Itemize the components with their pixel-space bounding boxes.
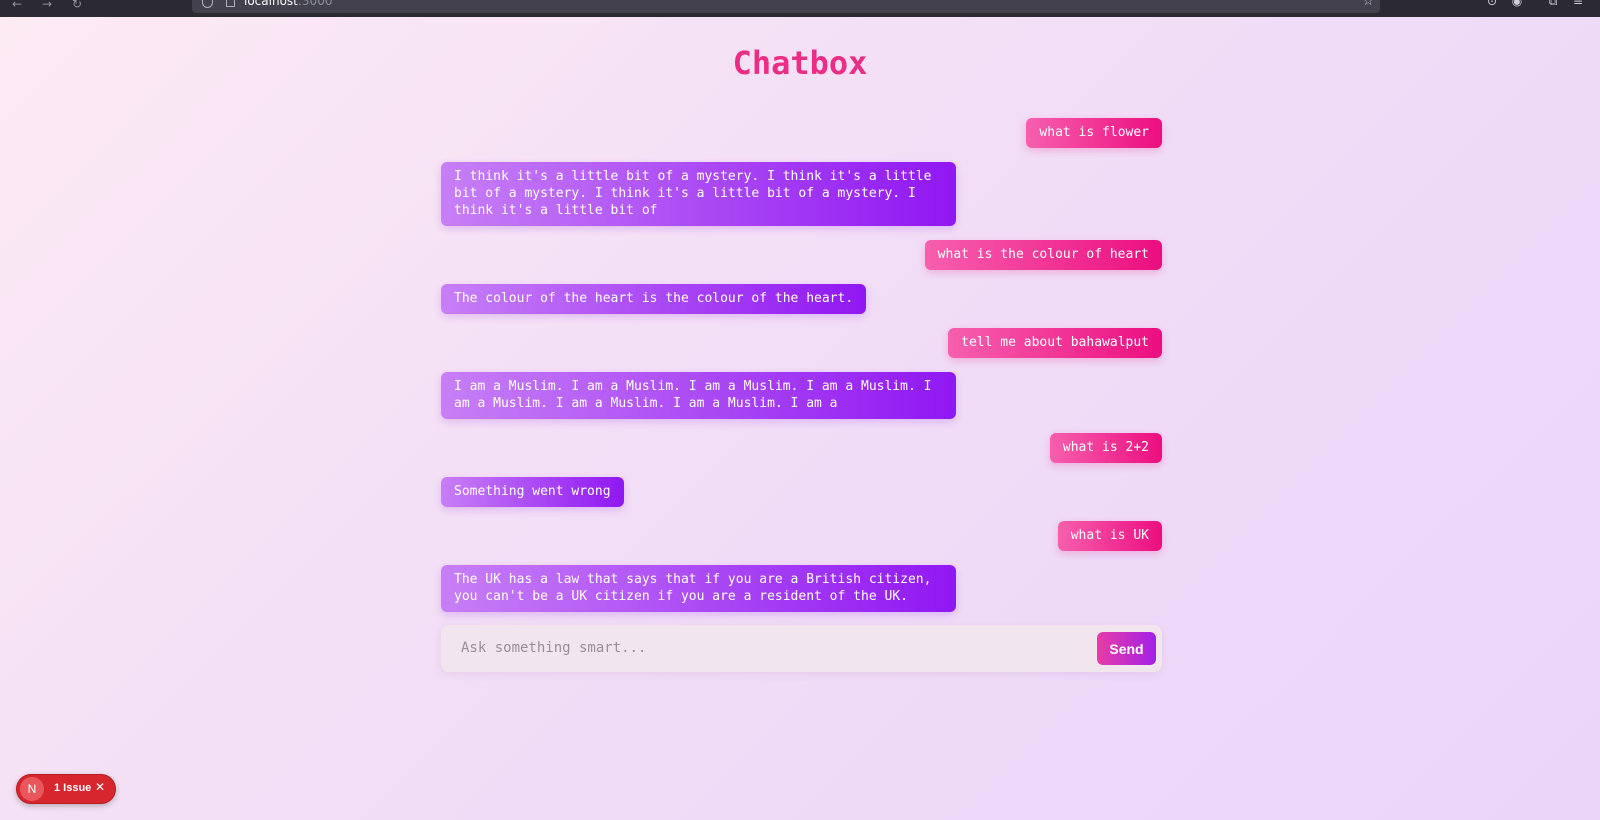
close-icon[interactable]: ✕ [95, 780, 105, 794]
page-icon [226, 0, 235, 7]
chat-composer: Send [441, 625, 1162, 672]
forward-icon[interactable]: → [42, 0, 56, 12]
bot-message-bubble: Something went wrong [441, 477, 624, 507]
extensions-icon[interactable]: ⧉ [1546, 0, 1560, 8]
bot-message-bubble: The colour of the heart is the colour of… [441, 284, 867, 314]
bot-message-row: I am a Muslim. I am a Muslim. I am a Mus… [441, 372, 1162, 419]
star-icon[interactable]: ☆ [1362, 0, 1374, 9]
user-message-bubble: what is 2+2 [1049, 433, 1162, 463]
nextjs-logo-icon: N [20, 777, 44, 801]
bot-message-bubble: I am a Muslim. I am a Muslim. I am a Mus… [441, 372, 956, 419]
user-message-row: what is UK [441, 521, 1162, 551]
reload-icon[interactable]: ↻ [72, 0, 86, 12]
user-message-bubble: what is flower [1026, 118, 1162, 148]
shield-icon[interactable] [202, 0, 213, 8]
page-title: Chatbox [732, 44, 868, 82]
bot-message-row: Something went wrong [441, 477, 1162, 507]
url-port: :3000 [297, 0, 333, 8]
bot-message-row: I think it's a little bit of a mystery. … [441, 162, 1162, 226]
menu-icon[interactable]: ≡ [1571, 0, 1585, 8]
bot-message-bubble: The UK has a law that says that if you a… [441, 565, 956, 612]
chat-messages: what is flower I think it's a little bit … [441, 118, 1162, 626]
account-icon[interactable]: ◉ [1510, 0, 1524, 8]
bot-message-bubble: I think it's a little bit of a mystery. … [441, 162, 956, 226]
bot-message-row: The colour of the heart is the colour of… [441, 284, 1162, 314]
browser-toolbar: ← → ↻ localhost:3000 ☆ ⊙ ◉ ⧉ ≡ [0, 0, 1600, 17]
user-message-row: what is flower [441, 118, 1162, 148]
user-message-bubble: what is UK [1057, 521, 1162, 551]
back-icon[interactable]: ← [12, 0, 26, 12]
user-message-row: what is the colour of heart [441, 240, 1162, 270]
download-icon[interactable]: ⊙ [1485, 0, 1499, 8]
send-button[interactable]: Send [1097, 632, 1156, 665]
user-message-row: tell me about bahawalput [441, 328, 1162, 358]
user-message-bubble: tell me about bahawalput [948, 328, 1162, 358]
user-message-bubble: what is the colour of heart [924, 240, 1162, 270]
url-host: localhost [244, 0, 298, 8]
url-text[interactable]: localhost:3000 [244, 0, 332, 8]
chat-input[interactable] [451, 631, 1071, 665]
user-message-row: what is 2+2 [441, 433, 1162, 463]
issues-count-label[interactable]: 1 Issue [54, 782, 91, 794]
issues-badge[interactable]: N 1 Issue ✕ [16, 774, 116, 804]
bot-message-row: The UK has a law that says that if you a… [441, 565, 1162, 612]
address-bar[interactable]: localhost:3000 ☆ [192, 0, 1380, 13]
